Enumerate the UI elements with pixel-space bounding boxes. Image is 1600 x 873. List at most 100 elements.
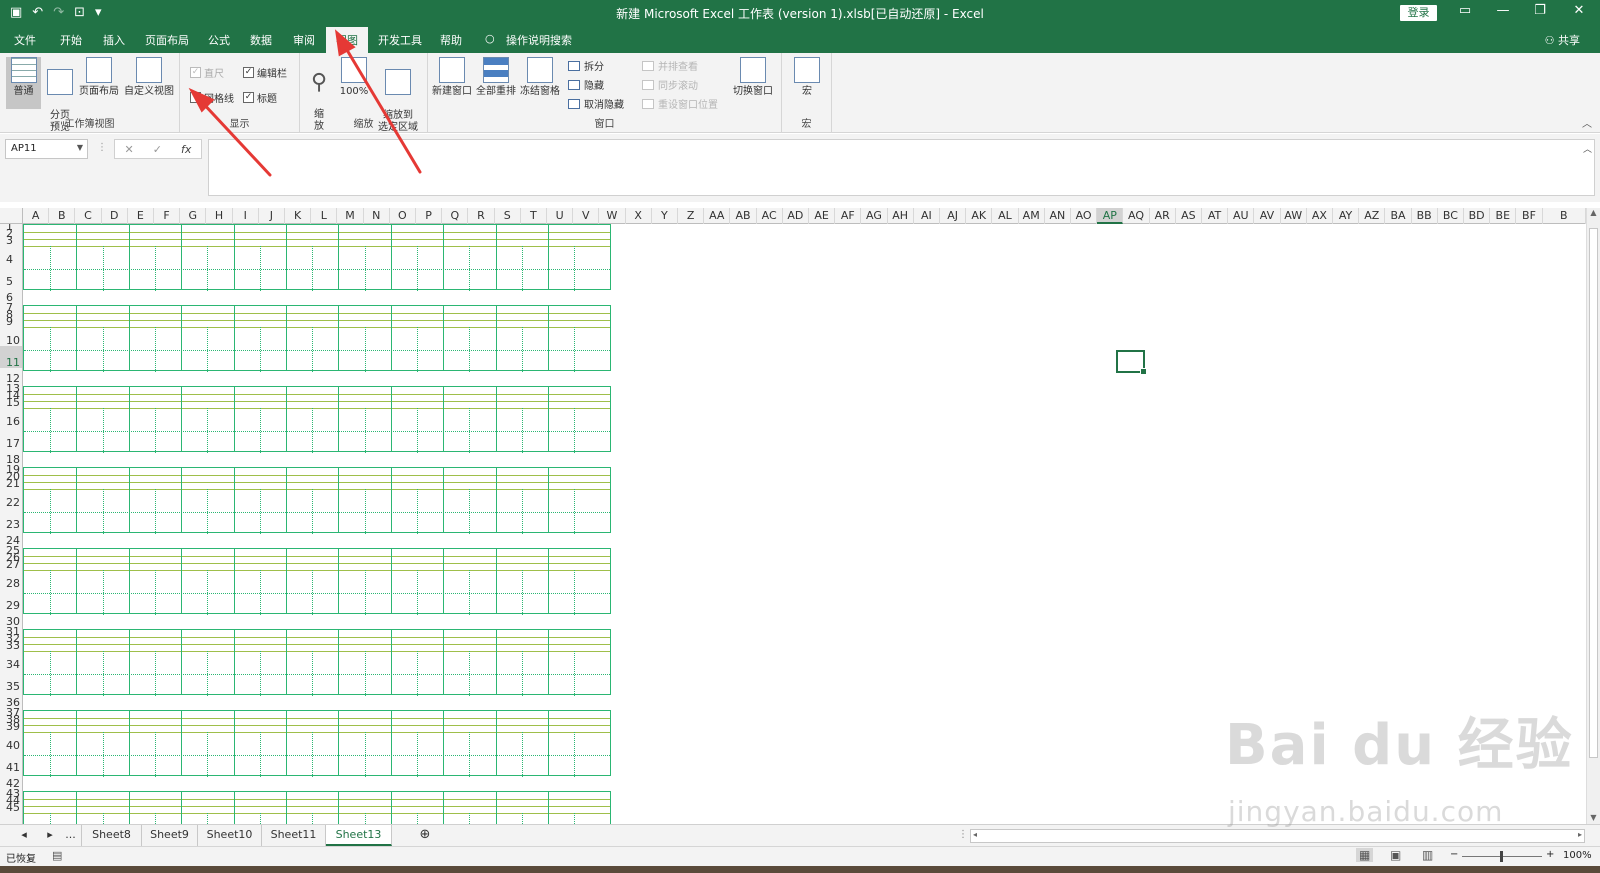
column-header[interactable]: AT bbox=[1202, 208, 1229, 224]
column-header[interactable]: BB bbox=[1412, 208, 1438, 224]
column-header[interactable]: K bbox=[285, 208, 312, 224]
column-header[interactable]: AI bbox=[914, 208, 940, 224]
select-all-button[interactable] bbox=[0, 208, 23, 224]
column-header[interactable]: S bbox=[495, 208, 521, 224]
scroll-down-icon[interactable]: ▼ bbox=[1587, 813, 1600, 822]
row-header[interactable]: 40 bbox=[0, 729, 22, 751]
column-header[interactable]: C bbox=[75, 208, 102, 224]
column-header[interactable]: AR bbox=[1150, 208, 1176, 224]
sheet-tab-sheet8[interactable]: Sheet8 bbox=[82, 825, 142, 846]
formula-bar-checkbox[interactable]: ✓ 编辑栏 bbox=[243, 65, 287, 80]
column-header[interactable]: BE bbox=[1490, 208, 1517, 224]
sheet-tab-sheet13[interactable]: Sheet13 bbox=[326, 825, 392, 846]
row-header[interactable]: 3 bbox=[0, 235, 22, 246]
normal-view-status-icon[interactable]: ▦ bbox=[1356, 848, 1374, 862]
column-header[interactable]: AB bbox=[730, 208, 757, 224]
tab-file[interactable]: 文件 bbox=[14, 32, 36, 48]
row-header[interactable]: 17 bbox=[0, 427, 22, 449]
column-header[interactable]: J bbox=[259, 208, 285, 224]
collapse-ribbon-icon[interactable]: ︿ bbox=[1582, 115, 1592, 130]
tab-home[interactable]: 开始 bbox=[60, 32, 82, 48]
column-header[interactable]: AS bbox=[1176, 208, 1202, 224]
macros-button[interactable]: 宏 bbox=[792, 57, 822, 117]
tab-insert[interactable]: 插入 bbox=[103, 32, 125, 48]
tab-developer[interactable]: 开发工具 bbox=[378, 32, 422, 48]
column-header[interactable]: AN bbox=[1045, 208, 1071, 224]
enter-icon[interactable]: ✓ bbox=[153, 143, 162, 156]
zoom-level[interactable]: 100% bbox=[1563, 850, 1592, 861]
hide-button[interactable]: 隐藏 bbox=[568, 77, 604, 92]
row-header[interactable]: 41 bbox=[0, 751, 22, 773]
horizontal-scrollbar[interactable]: ◂ ▸ bbox=[970, 829, 1585, 843]
tell-me-search[interactable]: 操作说明搜索 bbox=[506, 32, 572, 48]
column-header[interactable]: AF bbox=[835, 208, 862, 224]
zoom-slider-thumb[interactable] bbox=[1500, 851, 1503, 862]
column-header[interactable]: AM bbox=[1019, 208, 1045, 224]
tab-review[interactable]: 审阅 bbox=[293, 32, 315, 48]
column-header[interactable]: F bbox=[154, 208, 181, 224]
sheet-tab-sheet11[interactable]: Sheet11 bbox=[262, 825, 326, 846]
vertical-scroll-thumb[interactable] bbox=[1589, 228, 1598, 758]
macro-record-icon[interactable]: ▤ bbox=[52, 849, 62, 862]
column-header[interactable]: T bbox=[521, 208, 547, 224]
column-header[interactable]: A bbox=[23, 208, 50, 224]
column-header[interactable]: H bbox=[206, 208, 233, 224]
scroll-right-icon[interactable]: ▸ bbox=[1578, 830, 1582, 839]
sheet-tab-sheet10[interactable]: Sheet10 bbox=[198, 825, 262, 846]
column-header[interactable]: M bbox=[337, 208, 364, 224]
tab-scroll-right-icon[interactable]: ▸ bbox=[40, 825, 60, 846]
page-break-status-icon[interactable]: ▥ bbox=[1422, 848, 1433, 862]
restore-button[interactable]: ❐ bbox=[1525, 3, 1555, 18]
gridlines-checkbox[interactable]: 网格线 bbox=[190, 90, 234, 105]
column-header[interactable]: D bbox=[102, 208, 128, 224]
vertical-scrollbar[interactable]: ▲ ▼ bbox=[1586, 208, 1600, 824]
column-header[interactable]: Q bbox=[442, 208, 469, 224]
row-header[interactable]: 35 bbox=[0, 670, 22, 692]
column-header[interactable]: O bbox=[390, 208, 416, 224]
column-header[interactable]: BF bbox=[1516, 208, 1543, 224]
column-header[interactable]: Z bbox=[678, 208, 705, 224]
sync-scroll-button[interactable]: 同步滚动 bbox=[642, 77, 698, 92]
tab-formulas[interactable]: 公式 bbox=[208, 32, 230, 48]
unhide-button[interactable]: 取消隐藏 bbox=[568, 96, 624, 111]
row-header[interactable]: 15 bbox=[0, 397, 22, 408]
column-header[interactable]: W bbox=[599, 208, 626, 224]
arrange-all-button[interactable]: 全部重排 bbox=[474, 57, 518, 109]
column-header[interactable]: AK bbox=[966, 208, 993, 224]
row-header[interactable]: 33 bbox=[0, 640, 22, 651]
column-header[interactable]: E bbox=[128, 208, 154, 224]
column-header[interactable]: AQ bbox=[1123, 208, 1150, 224]
tab-scroll-left-icon[interactable]: ◂ bbox=[14, 825, 34, 846]
freeze-panes-button[interactable]: 冻结窗格 bbox=[518, 57, 562, 117]
chevron-down-icon[interactable]: ▼ bbox=[77, 143, 83, 152]
column-header[interactable]: R bbox=[468, 208, 495, 224]
reset-window-position-button[interactable]: 重设窗口位置 bbox=[642, 96, 718, 111]
view-side-by-side-button[interactable]: 并排查看 bbox=[642, 58, 698, 73]
row-header[interactable]: 39 bbox=[0, 721, 22, 732]
column-header[interactable]: AE bbox=[809, 208, 836, 224]
column-header[interactable]: P bbox=[416, 208, 443, 224]
tab-data[interactable]: 数据 bbox=[250, 32, 272, 48]
row-header[interactable]: 16 bbox=[0, 405, 22, 427]
login-button[interactable]: 登录 bbox=[1400, 5, 1437, 21]
sheet-tab-sheet9[interactable]: Sheet9 bbox=[142, 825, 198, 846]
row-header[interactable]: 45 bbox=[0, 802, 22, 813]
insert-function-icon[interactable]: fx bbox=[181, 143, 191, 156]
page-layout-view-button[interactable]: 页面布局 bbox=[78, 57, 120, 109]
custom-views-button[interactable]: 自定义视图 bbox=[122, 57, 176, 109]
column-header[interactable]: X bbox=[626, 208, 652, 224]
zoom-in-button[interactable]: + bbox=[1546, 849, 1554, 860]
minimize-button[interactable]: — bbox=[1488, 3, 1518, 18]
column-header[interactable]: BD bbox=[1464, 208, 1491, 224]
column-header[interactable]: AC bbox=[757, 208, 783, 224]
collapse-formula-bar-icon[interactable]: ︿ bbox=[1583, 142, 1592, 155]
formula-bar-resize-handle[interactable]: ⋮ bbox=[97, 142, 107, 153]
scroll-up-icon[interactable]: ▲ bbox=[1587, 208, 1600, 217]
column-header[interactable]: V bbox=[573, 208, 600, 224]
column-header[interactable]: AJ bbox=[940, 208, 967, 224]
formula-input[interactable] bbox=[208, 139, 1595, 196]
row-header[interactable]: 4 bbox=[0, 243, 22, 265]
ribbon-display-options-icon[interactable]: ▭ bbox=[1450, 3, 1480, 18]
column-header[interactable]: AZ bbox=[1359, 208, 1386, 224]
share-button[interactable]: ⚇ 共享 bbox=[1545, 32, 1580, 48]
